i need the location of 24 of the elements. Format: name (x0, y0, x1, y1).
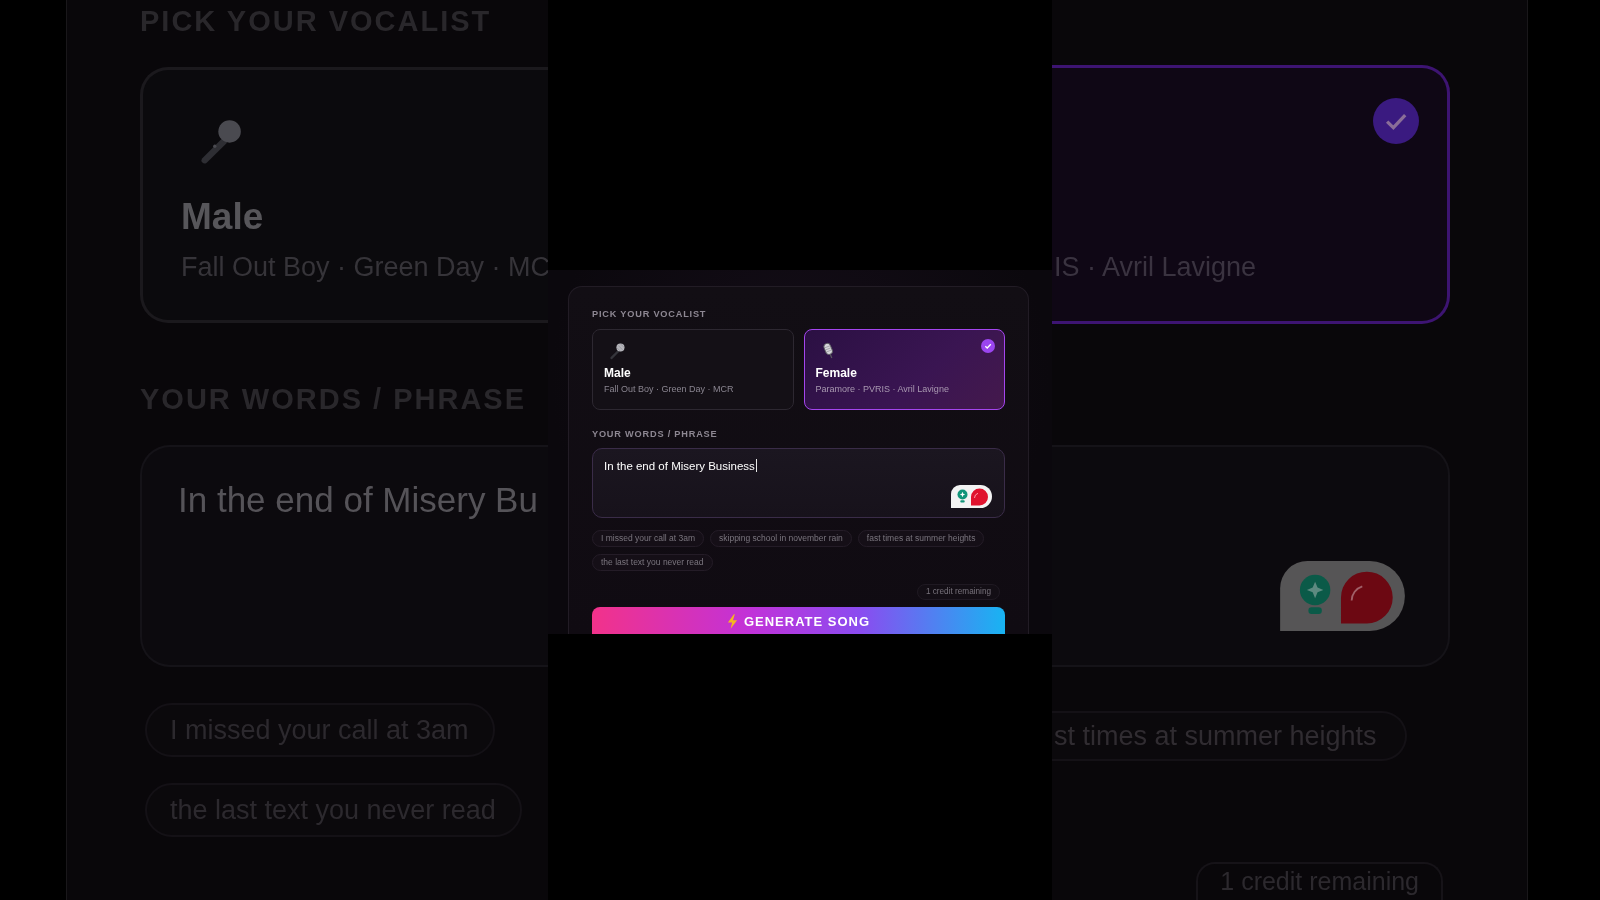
vocalist-card[interactable]: Female Paramore · PVRIS · Avril Lavigne (803, 329, 1005, 410)
suggestion-chip[interactable]: fast times at summer heights (857, 530, 985, 547)
microphone-icon (608, 342, 626, 360)
credits-counter: 1 credit remaining (916, 584, 1000, 600)
lightbulb-badge-icon[interactable] (951, 485, 992, 508)
check-icon (981, 339, 995, 353)
vocalist-artists: Paramore · PVRIS · Avril Lavigne (815, 384, 949, 395)
phrase-field: In the end of Misery Bu (140, 445, 548, 667)
suggestion-chip[interactable]: the last text you never read (592, 554, 713, 571)
section-label: YOUR WORDS / PHRASE (592, 429, 718, 440)
vocalist-name: Female (815, 366, 857, 380)
vocalist-card[interactable]: Male Fall Out Boy · Green Day · MCR (592, 329, 794, 410)
vocalist-artists: Fall Out Boy · Green Day · MCR (604, 384, 734, 395)
suggestion-chip[interactable]: I missed your call at 3am (592, 530, 704, 547)
phrase-field[interactable]: In the end of Misery Business (592, 448, 1005, 518)
vocalist-name: Male (604, 366, 631, 380)
section-label: PICK YOUR VOCALIST (592, 309, 707, 320)
lightning-icon (726, 614, 738, 629)
suggestion-chip[interactable]: skipping school in november rain (710, 530, 852, 547)
vocalist-name: Male (181, 197, 264, 237)
generate-song-button[interactable]: GENERATE SONG (592, 607, 1005, 634)
check-icon (1373, 98, 1419, 144)
lightbulb-badge-icon (1280, 561, 1405, 631)
text-cursor (755, 459, 757, 472)
